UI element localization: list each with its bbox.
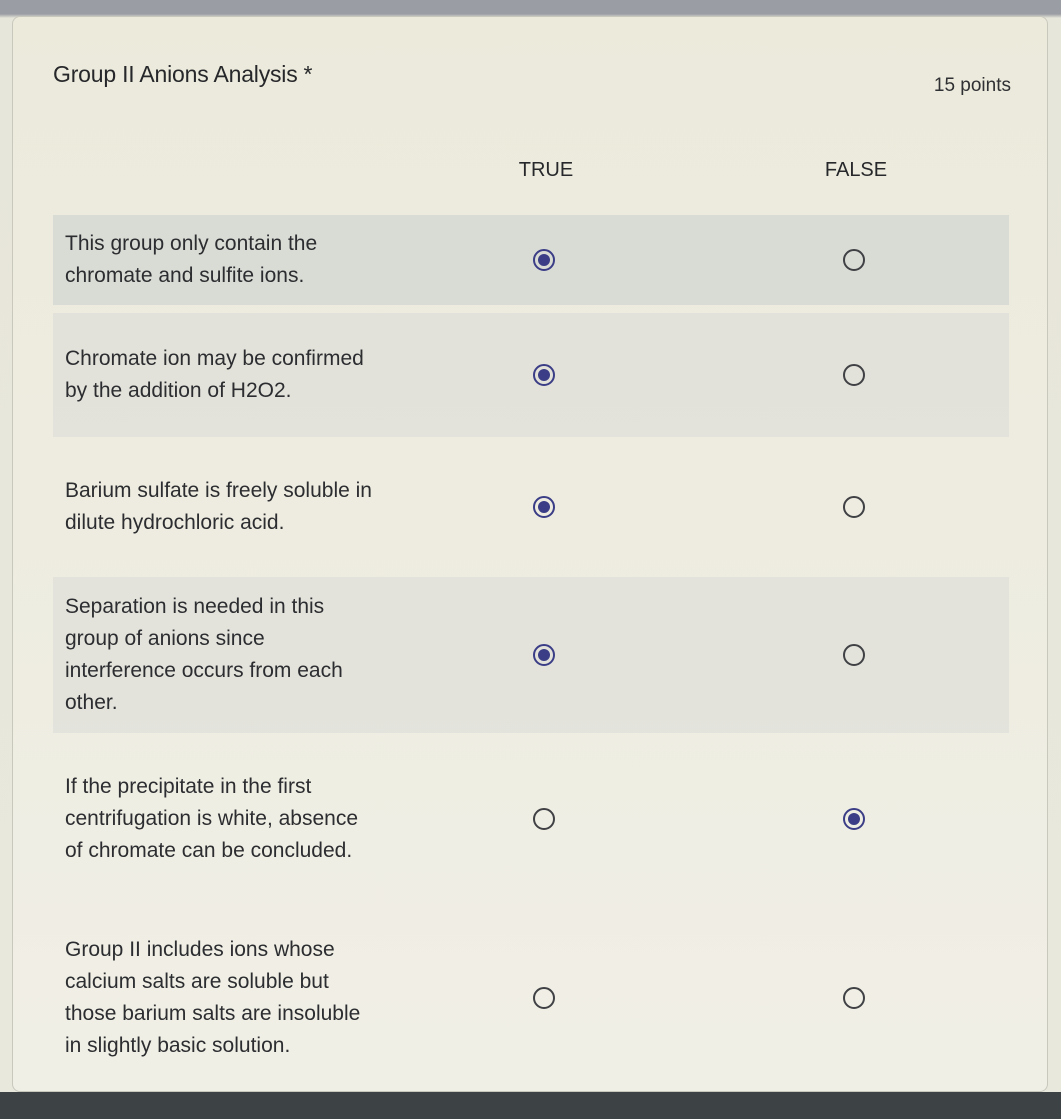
radio-circle-icon (843, 987, 865, 1009)
grid-row: If the precipitate in the first centrifu… (53, 741, 1009, 897)
grid-rows: This group only contain the chromate and… (53, 215, 1009, 1099)
column-header-true: TRUE (518, 159, 574, 181)
radio-circle-icon (533, 249, 555, 271)
radio-true[interactable] (528, 982, 560, 1014)
radio-circle-icon (533, 496, 555, 518)
row-label: Barium sulfate is freely soluble in dilu… (65, 479, 372, 534)
question-title-text: Group II Anions Analysis (53, 61, 298, 87)
radio-circle-icon (843, 364, 865, 386)
question-title: Group II Anions Analysis * (53, 61, 312, 88)
radio-false[interactable] (838, 491, 870, 523)
radio-true[interactable] (528, 359, 560, 391)
radio-true[interactable] (528, 244, 560, 276)
radio-false[interactable] (838, 244, 870, 276)
taskbar (0, 1092, 1061, 1119)
radio-dot-icon (538, 369, 550, 381)
radio-true[interactable] (528, 639, 560, 671)
grid-row: This group only contain the chromate and… (53, 215, 1009, 305)
radio-circle-icon (843, 644, 865, 666)
radio-false[interactable] (838, 639, 870, 671)
radio-false[interactable] (838, 359, 870, 391)
radio-circle-icon (533, 364, 555, 386)
radio-dot-icon (848, 813, 860, 825)
column-header-false: FALSE (824, 159, 888, 181)
page: Group II Anions Analysis * 15 points TRUE… (0, 0, 1061, 1119)
row-label: This group only contain the chromate and… (65, 232, 318, 287)
radio-circle-icon (533, 644, 555, 666)
radio-true[interactable] (528, 491, 560, 523)
radio-circle-icon (843, 249, 865, 271)
radio-dot-icon (538, 649, 550, 661)
required-asterisk: * (303, 61, 313, 87)
row-label: If the precipitate in the first centrifu… (65, 775, 359, 862)
radio-false[interactable] (838, 982, 870, 1014)
radio-circle-icon (533, 808, 555, 830)
row-label: Separation is needed in this group of an… (65, 595, 343, 714)
grid-row: Chromate ion may be confirmed by the add… (53, 313, 1009, 437)
radio-circle-icon (533, 987, 555, 1009)
points-label: 15 points (933, 75, 1011, 96)
radio-dot-icon (538, 501, 550, 513)
row-label: Chromate ion may be confirmed by the add… (65, 347, 364, 402)
grid-row: Barium sulfate is freely soluble in dilu… (53, 445, 1009, 569)
row-label: Group II includes ions whose calcium sal… (65, 938, 361, 1057)
radio-true[interactable] (528, 803, 560, 835)
question-card: Group II Anions Analysis * 15 points TRUE… (12, 16, 1048, 1092)
radio-circle-icon (843, 496, 865, 518)
radio-circle-icon (843, 808, 865, 830)
grid-row: Separation is needed in this group of an… (53, 577, 1009, 733)
radio-dot-icon (538, 254, 550, 266)
radio-false[interactable] (838, 803, 870, 835)
grid-row: Group II includes ions whose calcium sal… (53, 905, 1009, 1091)
